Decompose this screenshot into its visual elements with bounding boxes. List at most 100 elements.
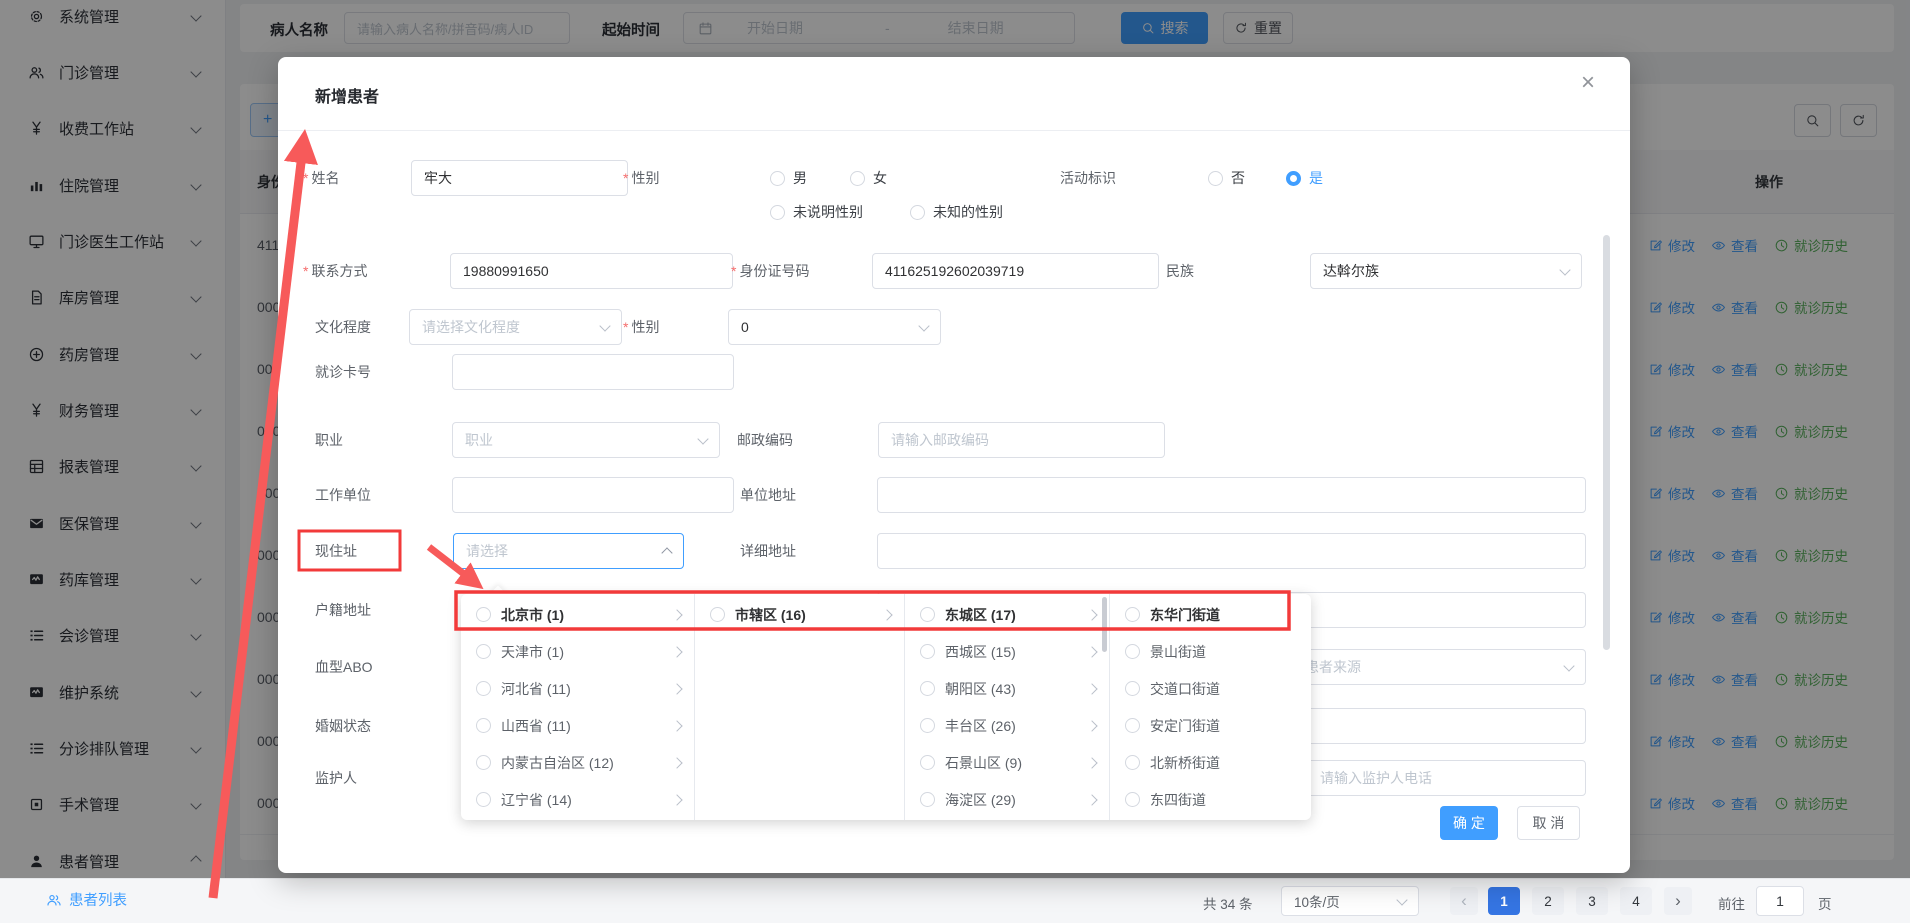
radio-icon: [1125, 681, 1140, 696]
radio-icon: [920, 681, 935, 696]
page-button-2[interactable]: 2: [1532, 887, 1564, 915]
active-flag-radio-no[interactable]: 否: [1208, 160, 1245, 196]
name-label: *姓名: [303, 160, 339, 196]
current-address-cascader-select[interactable]: 请选择: [453, 533, 684, 569]
cascader-option[interactable]: 朝阳区 (43): [905, 670, 1109, 707]
postal-code-input[interactable]: 请输入邮政编码: [878, 422, 1165, 458]
occupation-label: 职业: [315, 422, 343, 458]
chevron-down-icon: [918, 320, 929, 331]
chevron-down-icon: [1559, 264, 1570, 275]
name-value: 牢大: [424, 168, 452, 188]
name-input[interactable]: 牢大: [411, 160, 628, 196]
cascader-option[interactable]: 市辖区 (16): [695, 596, 904, 633]
radio-icon: [476, 644, 491, 659]
radio-icon: [920, 755, 935, 770]
cascader-option[interactable]: 丰台区 (26): [905, 707, 1109, 744]
next-page-button[interactable]: ›: [1664, 887, 1692, 915]
cascader-option[interactable]: 内蒙古自治区 (12): [461, 744, 694, 781]
radio-icon: [710, 607, 725, 622]
postal-code-placeholder: 请输入邮政编码: [891, 430, 989, 450]
modal-scrollbar[interactable]: [1603, 235, 1610, 650]
detail-address-label: 详细地址: [740, 533, 796, 569]
work-unit-label: 工作单位: [315, 477, 371, 513]
detail-address-input[interactable]: [877, 533, 1586, 569]
postal-code-label: 邮政编码: [737, 422, 793, 458]
cascader-option[interactable]: 安定门街道: [1110, 707, 1311, 744]
cascader-option[interactable]: 东华门街道: [1110, 596, 1311, 633]
page-size-select[interactable]: 10条/页: [1281, 886, 1419, 916]
cascader-option[interactable]: 东四街道: [1110, 781, 1311, 818]
chevron-right-icon: [671, 757, 682, 768]
goto-label: 前往: [1718, 893, 1745, 913]
page-button-1[interactable]: 1: [1488, 887, 1520, 915]
chevron-right-icon: [881, 609, 892, 620]
chevron-right-icon: [1086, 609, 1097, 620]
chevron-right-icon: [671, 720, 682, 731]
cascader-option[interactable]: 山西省 (11): [461, 707, 694, 744]
visit-card-input[interactable]: [452, 354, 734, 390]
work-unit-input[interactable]: [452, 477, 734, 513]
cascader-option[interactable]: 辽宁省 (14): [461, 781, 694, 818]
education-select[interactable]: 请选择文化程度: [409, 309, 622, 345]
radio-icon: [1125, 755, 1140, 770]
goto-page-input[interactable]: 1: [1756, 886, 1804, 916]
cascader-option[interactable]: 景山街道: [1110, 633, 1311, 670]
chevron-down-icon: [1396, 894, 1407, 905]
cascader-city-column: 市辖区 (16): [695, 594, 905, 820]
chevron-right-icon: [671, 646, 682, 657]
cascader-option[interactable]: 石景山区 (9): [905, 744, 1109, 781]
occupation-select[interactable]: 职业: [452, 422, 720, 458]
id-number-label: *身份证号码: [731, 253, 809, 289]
page-button-4[interactable]: 4: [1620, 887, 1652, 915]
radio-icon: [1125, 792, 1140, 807]
cascader-option[interactable]: 河北省 (11): [461, 670, 694, 707]
gender-radio-female[interactable]: 女: [850, 160, 887, 196]
chevron-right-icon: [1086, 646, 1097, 657]
ethnicity-select[interactable]: 达斡尔族: [1310, 253, 1582, 289]
page-button-3[interactable]: 3: [1576, 887, 1608, 915]
radio-icon: [476, 718, 491, 733]
required-marker: *: [303, 170, 308, 186]
modal-title: 新增患者: [315, 83, 379, 107]
cascader-option[interactable]: 交道口街道: [1110, 670, 1311, 707]
gender-label: *性别: [623, 160, 659, 196]
radio-selected-icon: [1286, 171, 1301, 186]
total-count: 共 34 条: [1203, 893, 1253, 913]
close-icon[interactable]: ×: [1581, 69, 1595, 97]
cascader-option[interactable]: 西城区 (15): [905, 633, 1109, 670]
confirm-button[interactable]: 确 定: [1440, 806, 1498, 840]
chevron-right-icon: [1086, 720, 1097, 731]
household-address-label: 户籍地址: [315, 592, 371, 628]
radio-icon: [1208, 171, 1223, 186]
contact-label: *联系方式: [303, 253, 367, 289]
id-number-input[interactable]: 411625192602039719: [872, 253, 1159, 289]
prev-page-button[interactable]: ‹: [1450, 887, 1478, 915]
gender-select[interactable]: 0: [728, 309, 941, 345]
gender-radio-male[interactable]: 男: [770, 160, 807, 196]
gender-radio-unspecified[interactable]: 未说明性别: [770, 198, 863, 226]
blood-type-label: 血型ABO: [315, 649, 373, 685]
column-scrollbar[interactable]: [1102, 597, 1107, 652]
active-flag-radio-yes[interactable]: 是: [1286, 160, 1323, 196]
sidebar-subitem-patient-list[interactable]: 患者列表: [46, 889, 127, 910]
chevron-down-icon: [697, 433, 708, 444]
cascader-option[interactable]: 北京市 (1): [461, 596, 694, 633]
gender-radio-unknown[interactable]: 未知的性别: [910, 198, 1003, 226]
contact-input[interactable]: 19880991650: [450, 253, 733, 289]
radio-icon: [920, 792, 935, 807]
cascader-option[interactable]: 东城区 (17): [905, 596, 1109, 633]
cascader-option[interactable]: 北新桥街道: [1110, 744, 1311, 781]
unit-address-input[interactable]: [877, 477, 1586, 513]
current-address-label: 现住址: [315, 533, 357, 569]
cascader-option[interactable]: 海淀区 (29): [905, 781, 1109, 818]
cascader-district-column: 东城区 (17) 西城区 (15) 朝阳区 (43) 丰台区 (26) 石景山区…: [905, 594, 1110, 820]
goto-page-value: 1: [1776, 893, 1784, 909]
required-marker: *: [303, 263, 308, 279]
cancel-button[interactable]: 取 消: [1517, 806, 1580, 840]
education-label: 文化程度: [315, 309, 371, 345]
cascader-option[interactable]: 天津市 (1): [461, 633, 694, 670]
chevron-right-icon: [1086, 794, 1097, 805]
current-address-placeholder: 请选择: [466, 541, 508, 561]
guardian-label: 监护人: [315, 760, 357, 796]
ethnicity-value: 达斡尔族: [1323, 261, 1379, 281]
